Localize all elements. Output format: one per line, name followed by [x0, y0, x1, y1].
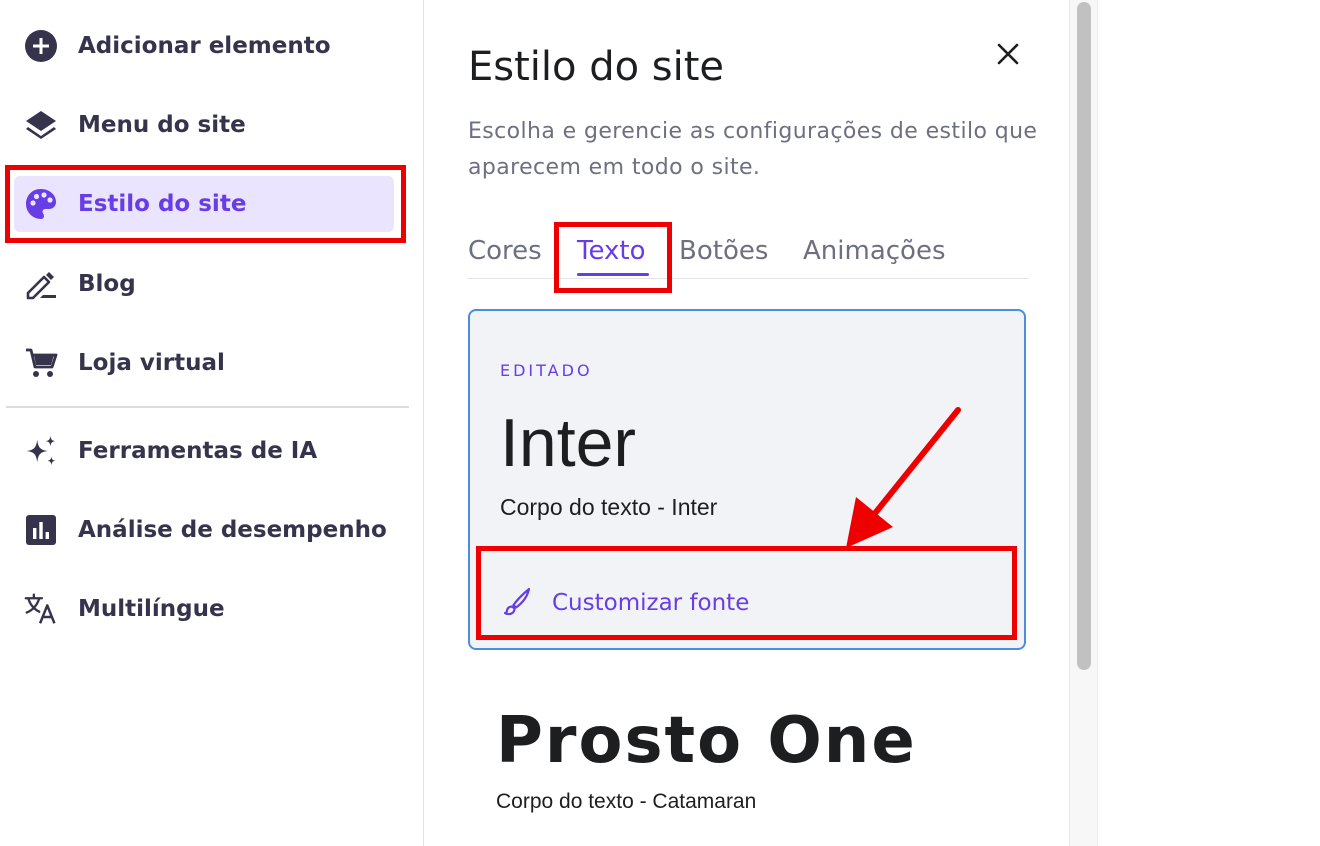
shopping-cart-icon — [24, 346, 58, 380]
active-tab-indicator — [577, 273, 649, 276]
sidebar-item-label: Adicionar elemento — [78, 33, 331, 59]
sidebar-item-site-menu[interactable]: Menu do site — [14, 97, 394, 153]
add-circle-icon — [24, 29, 58, 63]
tab-text[interactable]: Texto — [577, 236, 646, 266]
sidebar: Adicionar elemento Menu do site Estilo d… — [0, 0, 424, 846]
panel-title: Estilo do site — [468, 44, 725, 90]
edit-pen-icon — [24, 267, 58, 301]
sidebar-item-ai-tools[interactable]: Ferramentas de IA — [14, 423, 394, 479]
sidebar-item-add-element[interactable]: Adicionar elemento — [14, 18, 394, 74]
customize-font-label: Customizar fonte — [552, 590, 750, 616]
layers-icon — [24, 108, 58, 142]
translate-icon — [24, 592, 58, 626]
heading-font-name: Prosto One — [496, 704, 917, 778]
font-card-inter[interactable]: EDITADO Inter Corpo do texto - Inter Cus… — [468, 309, 1026, 650]
sidebar-item-online-store[interactable]: Loja virtual — [14, 335, 394, 391]
sidebar-item-blog[interactable]: Blog — [14, 256, 394, 312]
paintbrush-icon — [502, 586, 532, 620]
tab-buttons[interactable]: Botões — [679, 236, 768, 266]
palette-icon — [24, 187, 58, 221]
body-font-label: Corpo do texto - Inter — [500, 494, 718, 520]
close-icon — [996, 42, 1020, 70]
site-style-panel: Estilo do site Escolha e gerencie as con… — [425, 0, 1069, 846]
bar-chart-icon — [24, 513, 58, 547]
heading-font-name: Inter — [500, 405, 637, 481]
sidebar-item-label: Menu do site — [78, 112, 246, 138]
site-preview-area — [1097, 0, 1320, 846]
sidebar-item-multilingual[interactable]: Multilíngue — [14, 581, 394, 637]
close-button[interactable] — [992, 40, 1024, 72]
sidebar-divider — [6, 406, 409, 408]
customize-font-button[interactable]: Customizar fonte — [502, 583, 749, 623]
tab-animations[interactable]: Animações — [803, 236, 946, 266]
style-tabs: Cores Texto Botões Animações — [468, 228, 1028, 279]
sidebar-item-label: Multilíngue — [78, 596, 225, 622]
ai-sparkles-icon — [24, 434, 58, 468]
sidebar-item-label: Estilo do site — [78, 191, 247, 217]
sidebar-item-site-style[interactable]: Estilo do site — [14, 176, 394, 232]
tab-colors[interactable]: Cores — [468, 236, 542, 266]
edited-badge: EDITADO — [500, 361, 593, 380]
panel-scrollbar[interactable] — [1069, 0, 1097, 846]
font-card-prosto-one[interactable]: Prosto One Corpo do texto - Catamaran — [468, 680, 1026, 846]
body-font-label: Corpo do texto - Catamaran — [496, 790, 757, 813]
sidebar-item-label: Blog — [78, 271, 136, 297]
sidebar-item-label: Análise de desempenho — [78, 517, 387, 543]
sidebar-item-analytics[interactable]: Análise de desempenho — [14, 502, 394, 558]
scrollbar-thumb[interactable] — [1077, 2, 1091, 670]
panel-description: Escolha e gerencie as configurações de e… — [468, 119, 1038, 180]
sidebar-item-label: Loja virtual — [78, 350, 225, 376]
sidebar-item-label: Ferramentas de IA — [78, 438, 318, 464]
